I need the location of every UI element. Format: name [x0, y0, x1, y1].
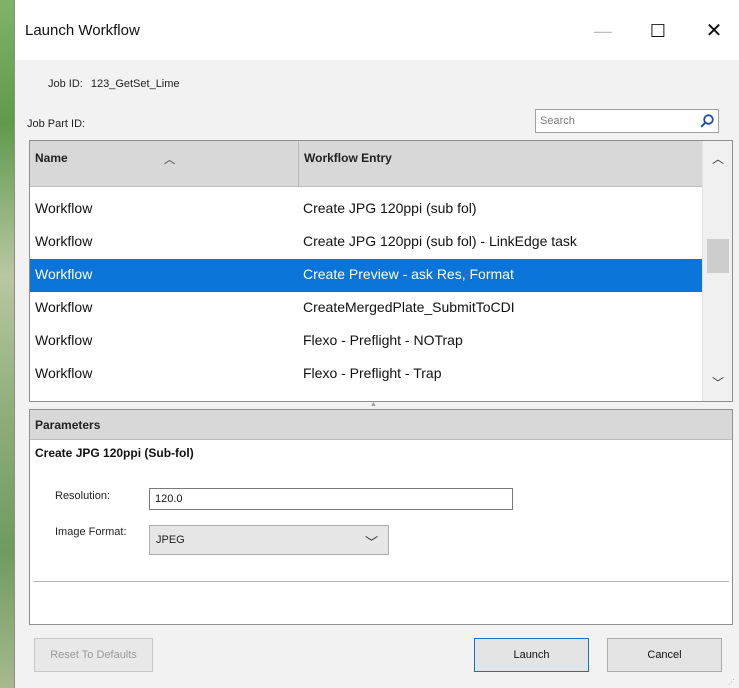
minimize-button[interactable]: — — [580, 14, 626, 48]
row-name: Workflow — [35, 299, 93, 315]
job-id: Job ID: 123_GetSet_Lime — [48, 78, 180, 90]
search-box[interactable] — [535, 109, 719, 133]
row-workflow-entry: Create JPG 120ppi (sub fol) — [303, 200, 477, 216]
row-workflow-entry: Flexo - Preflight - Trap — [303, 365, 442, 381]
title-bar: Launch Workflow — ☐ ✕ — [15, 0, 739, 60]
chevron-down-icon[interactable]: ﹀ — [703, 369, 732, 397]
job-part-id-label: Job Part ID: — [27, 118, 86, 130]
scrollbar-thumb[interactable] — [707, 239, 729, 273]
parameters-workflow-title: Create JPG 120ppi (Sub-fol) — [35, 446, 194, 460]
row-workflow-entry: Flexo - Preflight - NOTrap — [303, 332, 463, 348]
chevron-up-icon[interactable]: ︿ — [703, 145, 732, 173]
row-name: Workflow — [35, 266, 93, 282]
resolution-field[interactable] — [149, 488, 513, 510]
image-format-value: JPEG — [156, 534, 185, 546]
parameters-header: Parameters — [30, 410, 732, 440]
reset-to-defaults-button[interactable]: Reset To Defaults — [34, 638, 153, 672]
column-header-workflow-entry[interactable]: Workflow Entry — [299, 141, 702, 186]
row-name: Workflow — [35, 365, 93, 381]
background-desktop-strip — [0, 0, 14, 688]
row-workflow-entry: CreateMergedPlate_SubmitToCDI — [303, 299, 515, 315]
maximize-button[interactable]: ☐ — [635, 14, 681, 48]
table-rows: Workflow Create JPG 120ppi (sub fol) Wor… — [30, 193, 702, 391]
cancel-button[interactable]: Cancel — [607, 638, 722, 672]
table-row[interactable]: Workflow Flexo - Preflight - Trap — [30, 358, 702, 391]
resolution-label: Resolution: — [55, 490, 111, 502]
table-row[interactable]: Workflow Flexo - Preflight - NOTrap — [30, 325, 702, 358]
workflow-table: Name ︿ Workflow Entry Workflow Create JP… — [29, 140, 733, 402]
table-row[interactable]: Workflow CreateMergedPlate_SubmitToCDI — [30, 292, 702, 325]
job-id-value: 123_GetSet_Lime — [90, 78, 180, 90]
table-row[interactable]: Workflow Create JPG 120ppi (sub fol) — [30, 193, 702, 226]
chevron-down-icon: ﹀ — [364, 535, 378, 550]
row-workflow-entry: Create JPG 120ppi (sub fol) - LinkEdge t… — [303, 233, 577, 249]
column-header-name[interactable]: Name ︿ — [30, 141, 299, 186]
row-name: Workflow — [35, 332, 93, 348]
row-name: Workflow — [35, 200, 93, 216]
parameters-panel: Parameters Create JPG 120ppi (Sub-fol) R… — [29, 409, 733, 625]
splitter-handle-icon[interactable]: ▲ — [370, 401, 377, 408]
sort-ascending-icon: ︿ — [164, 154, 175, 166]
table-header: Name ︿ Workflow Entry — [30, 141, 702, 187]
table-scrollbar[interactable]: ︿ ﹀ — [702, 141, 732, 401]
image-format-label: Image Format: — [55, 526, 127, 538]
resize-grip-icon[interactable]: ⋰ — [728, 678, 735, 686]
table-row-selected[interactable]: Workflow Create Preview - ask Res, Forma… — [30, 259, 702, 292]
row-name: Workflow — [35, 233, 93, 249]
search-icon[interactable] — [699, 113, 715, 129]
launch-button[interactable]: Launch — [474, 638, 589, 672]
launch-workflow-dialog: Launch Workflow — ☐ ✕ Job ID: 123_GetSet_… — [14, 0, 739, 688]
row-workflow-entry: Create Preview - ask Res, Format — [303, 266, 514, 282]
job-id-label: Job ID: — [48, 78, 83, 90]
close-button[interactable]: ✕ — [691, 14, 737, 48]
divider — [33, 581, 729, 582]
window-title: Launch Workflow — [25, 22, 140, 39]
search-input[interactable] — [536, 110, 694, 132]
table-row[interactable]: Workflow Create JPG 120ppi (sub fol) - L… — [30, 226, 702, 259]
image-format-select[interactable]: JPEG ﹀ — [149, 525, 389, 555]
column-header-name-label: Name — [35, 151, 68, 165]
column-header-workflow-entry-label: Workflow Entry — [304, 151, 392, 165]
